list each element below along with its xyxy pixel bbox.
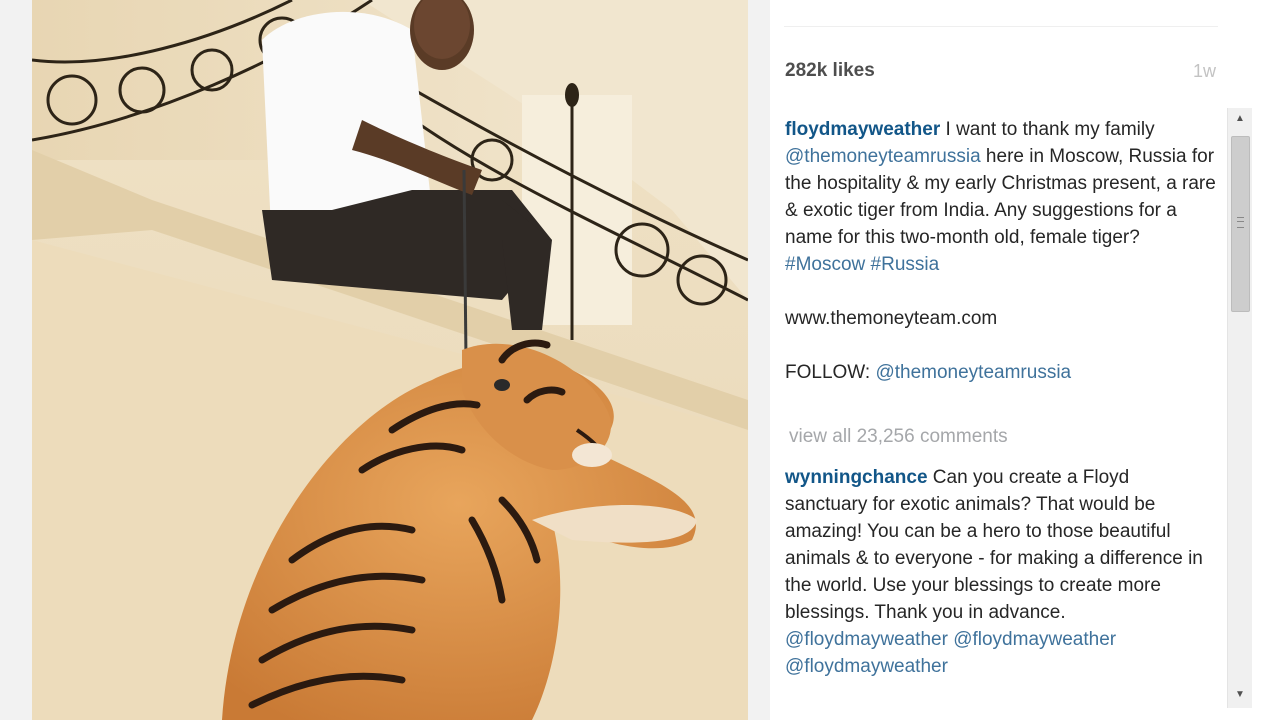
view-all-comments-link[interactable]: view all 23,256 comments xyxy=(789,426,1008,448)
caption-mention[interactable]: @themoneyteamrussia xyxy=(785,146,981,167)
post-photo[interactable] xyxy=(32,0,748,720)
caption-username[interactable]: floydmayweather xyxy=(785,119,940,140)
comment-mention[interactable]: @floydmayweather xyxy=(953,629,1116,650)
hashtag-russia[interactable]: #Russia xyxy=(871,254,940,275)
post-age[interactable]: 1w xyxy=(1193,61,1216,82)
comment-username[interactable]: wynningchance xyxy=(785,467,928,488)
divider xyxy=(784,26,1218,27)
follow-label: FOLLOW: xyxy=(785,362,876,383)
post-info-panel: 282k likes 1w floydmayweather I want to … xyxy=(770,0,1280,720)
hashtag-moscow[interactable]: #Moscow xyxy=(785,254,865,275)
post-caption: floydmayweather I want to thank my famil… xyxy=(785,116,1225,386)
comments-scroll-region[interactable]: floydmayweather I want to thank my famil… xyxy=(770,108,1280,720)
post-photo-area xyxy=(0,0,770,720)
comment-item: wynningchance Can you create a Floyd san… xyxy=(785,464,1215,680)
comment-mention[interactable]: @floydmayweather xyxy=(785,629,948,650)
scroll-down-arrow-icon[interactable]: ▼ xyxy=(1228,686,1252,704)
comments-scrollbar[interactable]: ▲ ▼ xyxy=(1227,108,1252,708)
caption-text-part-1: I want to thank my family xyxy=(940,119,1155,140)
comment-mention[interactable]: @floydmayweather xyxy=(785,656,948,677)
scrollbar-grip-icon xyxy=(1237,217,1244,228)
follow-mention[interactable]: @themoneyteamrussia xyxy=(875,362,1071,383)
comment-text: Can you create a Floyd sanctuary for exo… xyxy=(785,467,1203,623)
caption-follow-line: FOLLOW: @themoneyteamrussia xyxy=(785,359,1225,386)
scrollbar-thumb[interactable] xyxy=(1231,136,1250,312)
scroll-up-arrow-icon[interactable]: ▲ xyxy=(1228,110,1252,128)
caption-website: www.themoneyteam.com xyxy=(785,308,998,329)
caption-text: floydmayweather I want to thank my famil… xyxy=(785,116,1225,278)
likes-count[interactable]: 282k likes xyxy=(785,60,875,82)
